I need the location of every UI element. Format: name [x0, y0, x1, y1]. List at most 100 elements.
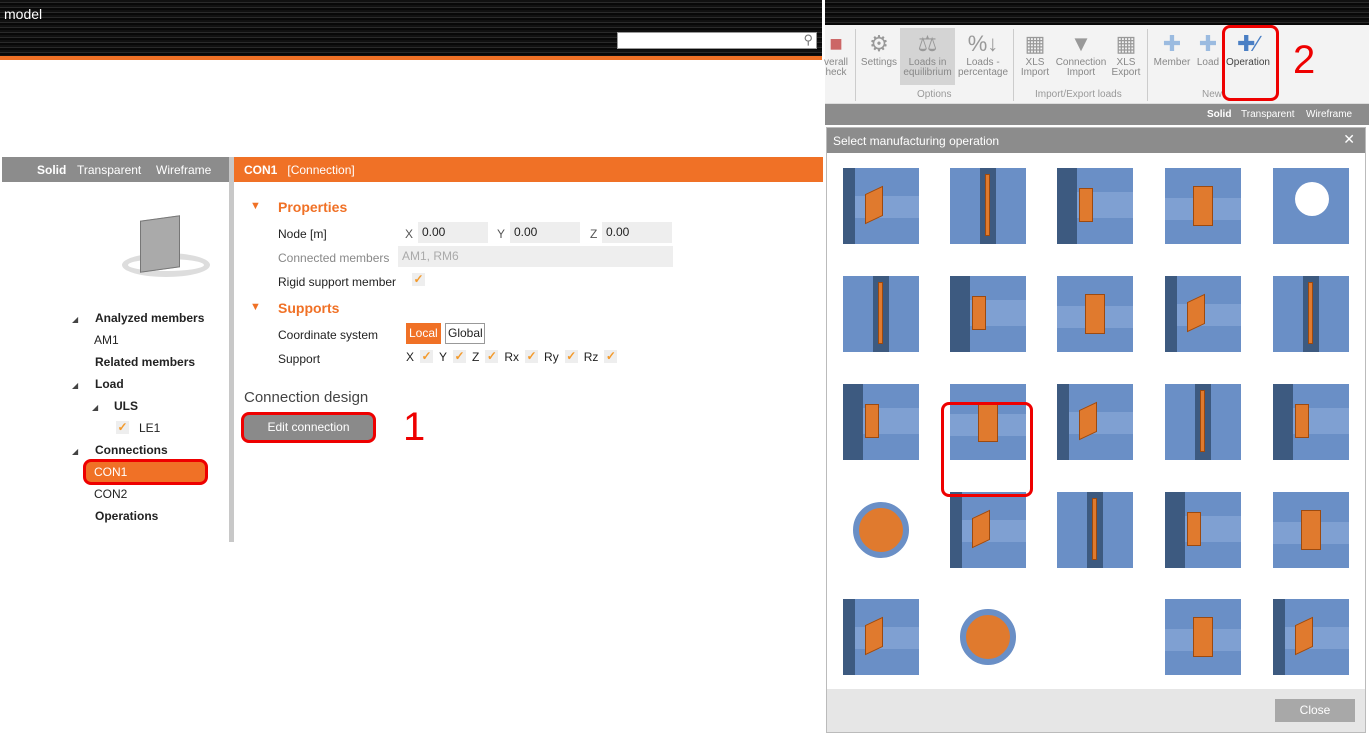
connection-design-heading: Connection design [244, 389, 369, 406]
excel-icon: ▦ [1024, 31, 1046, 56]
node-z-input[interactable]: 0.00 [602, 222, 672, 243]
support-y-checkbox[interactable]: ✓ [453, 350, 467, 363]
operation-end-plate-fin[interactable] [1057, 168, 1133, 244]
button-label: Load [1196, 57, 1220, 68]
le1-checkbox[interactable]: ✓ [116, 421, 129, 434]
view-wireframe[interactable]: Wireframe [156, 163, 211, 177]
operation-plate-web[interactable] [950, 168, 1026, 244]
rigid-support-checkbox[interactable]: ✓ [412, 273, 425, 286]
operation-base-plate-legs[interactable] [1273, 384, 1349, 460]
tree-connections[interactable]: Connections [95, 443, 168, 457]
collapse-icon[interactable]: ▼ [250, 200, 261, 212]
tree-related-members[interactable]: Related members [95, 355, 195, 369]
support-rz-checkbox[interactable]: ✓ [604, 350, 618, 363]
loads-equilibrium-button[interactable]: ⚖ Loads in equilibrium [900, 28, 955, 85]
operation-opening[interactable] [1273, 168, 1349, 244]
node-y-input[interactable]: 0.00 [510, 222, 580, 243]
connection-import-icon: ▼ [1070, 31, 1092, 56]
operation-grid [827, 153, 1365, 691]
view-cube-icon[interactable] [122, 213, 212, 278]
tree-item-con1[interactable]: CON1 [83, 459, 208, 485]
support-ry-checkbox[interactable]: ✓ [564, 350, 578, 363]
tree-operations[interactable]: Operations [95, 509, 158, 523]
search-input[interactable]: ⚲ [617, 32, 817, 49]
view-transparent[interactable]: Transparent [1241, 109, 1295, 120]
dialog-title: Select manufacturing operation [833, 134, 1000, 148]
xls-import-button[interactable]: ▦ XLS Import [1017, 30, 1053, 78]
axis-label: X [406, 350, 415, 364]
node-x-input[interactable]: 0.00 [418, 222, 488, 243]
x-label: X [405, 227, 414, 241]
connected-members-label: Connected members [278, 251, 390, 265]
operation-stiffener[interactable] [843, 168, 919, 244]
axis-label: Y [439, 350, 448, 364]
view-solid[interactable]: Solid [37, 163, 66, 177]
load-plus-icon: ✚ [1198, 31, 1218, 56]
operation-side-plate-bolts[interactable] [1273, 599, 1349, 675]
app-title: model [4, 6, 43, 22]
settings-button[interactable]: ⚙ Settings [859, 30, 899, 68]
operation-grid-plate[interactable] [843, 599, 919, 675]
operation-pipe-opening[interactable] [950, 599, 1026, 675]
operation-bolted-plate[interactable] [1273, 276, 1349, 352]
operation-gusset-bolts[interactable] [1165, 492, 1241, 568]
overall-check-button[interactable]: ■ verall heck [821, 30, 851, 78]
tree-analyzed-members[interactable]: Analyzed members [95, 311, 204, 325]
operation-splice-plate[interactable] [1165, 276, 1241, 352]
tree-item-con2[interactable]: CON2 [94, 487, 127, 501]
close-button[interactable]: Close [1275, 699, 1355, 722]
connection-import-button[interactable]: ▼ Connection Import [1053, 30, 1109, 78]
accent-line [0, 56, 822, 60]
scales-icon: ⚖ [917, 31, 938, 56]
close-icon[interactable]: ✕ [1343, 131, 1355, 148]
edit-connection-button[interactable]: Edit connection [241, 412, 376, 443]
operation-cleat[interactable] [1057, 276, 1133, 352]
collapse-icon[interactable]: ▼ [250, 301, 261, 313]
support-rx-checkbox[interactable]: ✓ [525, 350, 539, 363]
button-label: Member [1153, 57, 1191, 68]
xls-export-button[interactable]: ▦ XLS Export [1109, 30, 1143, 78]
support-z-checkbox[interactable]: ✓ [485, 350, 499, 363]
ribbon: ■ verall heck ⚙ Settings ⚖ Loads in equilib… [824, 25, 1369, 104]
coordinate-system-label: Coordinate system [278, 328, 379, 342]
tree-uls[interactable]: ULS [114, 399, 138, 413]
support-checkboxes: X ✓ Y ✓ Z ✓ Rx ✓ Ry ✓ Rz ✓ [406, 350, 618, 364]
local-toggle[interactable]: Local [406, 323, 441, 344]
node-label: Node [m] [278, 227, 327, 241]
operation-dialog: Select manufacturing operation ✕ Close [826, 127, 1366, 733]
operation-web-plate-bolts[interactable] [1057, 384, 1133, 460]
search-icon[interactable]: ⚲ [803, 32, 813, 48]
operation-flange-cut[interactable] [1057, 492, 1133, 568]
axis-label: Z [472, 350, 480, 364]
tree-item-am1[interactable]: AM1 [94, 333, 119, 347]
new-member-button[interactable]: ✚ Member [1151, 30, 1193, 68]
member-plus-icon: ✚ [1162, 31, 1182, 56]
connection-type: [Connection] [287, 163, 355, 177]
view-mode-bar-left: Solid Transparent Wireframe [2, 157, 229, 182]
button-label: Settings [860, 57, 898, 68]
operation-bolted-web-plate[interactable] [843, 276, 919, 352]
operation-pipe-cut[interactable] [843, 492, 919, 568]
operation-cover-plate[interactable] [1273, 492, 1349, 568]
button-label: Loads - percentage [957, 57, 1009, 78]
connection-header: CON1 [Connection] [234, 157, 823, 182]
operation-truss-gusset[interactable] [1165, 599, 1241, 675]
operation-end-plate-bolts[interactable] [1165, 384, 1241, 460]
group-label: Options [917, 89, 952, 100]
view-transparent[interactable]: Transparent [77, 163, 141, 177]
view-solid[interactable]: Solid [1207, 109, 1231, 120]
operation-plate-flange[interactable] [950, 276, 1026, 352]
operation-flange-plate[interactable] [950, 492, 1026, 568]
new-load-button[interactable]: ✚ Load [1194, 30, 1222, 68]
y-label: Y [497, 227, 506, 241]
support-x-checkbox[interactable]: ✓ [420, 350, 434, 363]
loads-percentage-button[interactable]: %↓ Loads - percentage [957, 30, 1009, 78]
tree-item-le1[interactable]: LE1 [139, 421, 160, 435]
global-toggle[interactable]: Global [445, 323, 485, 344]
view-wireframe[interactable]: Wireframe [1306, 109, 1352, 120]
tree-load[interactable]: Load [95, 377, 124, 391]
operation-angled-member[interactable] [843, 384, 919, 460]
operation-base-plate[interactable] [1165, 168, 1241, 244]
gear-icon: ⚙ [869, 31, 889, 56]
splitter[interactable] [229, 157, 234, 542]
